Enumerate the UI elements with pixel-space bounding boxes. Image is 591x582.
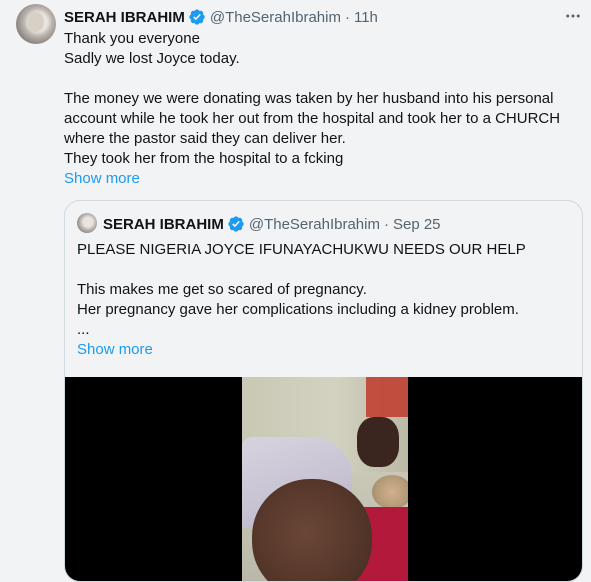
author-handle[interactable]: @TheSerahIbrahim	[210, 9, 341, 26]
quoted-show-more-link[interactable]: Show more	[77, 340, 572, 360]
tweet-header: SERAH IBRAHIM @TheSerahIbrahim · 11h	[64, 7, 584, 27]
tweet[interactable]: SERAH IBRAHIM @TheSerahIbrahim · 11h Tha…	[0, 0, 591, 582]
tweet-text-line: where the pastor said they can deliver h…	[64, 130, 346, 147]
quoted-tweet-header: SERAH IBRAHIM @TheSerahIbrahim · Sep 25	[103, 214, 441, 234]
quoted-header-separator: ·	[383, 215, 389, 233]
tweet-text-line: The money we were donating was taken by …	[64, 90, 554, 107]
quoted-text-line: PLEASE NIGERIA JOYCE IFUNAYACHUKWU NEEDS…	[77, 241, 526, 258]
quoted-tweet-timestamp: Sep 25	[392, 215, 441, 233]
video-thumbnail[interactable]	[242, 377, 408, 581]
quoted-author-name: SERAH IBRAHIM	[103, 215, 224, 233]
quoted-author-handle: @TheSerahIbrahim	[248, 215, 380, 233]
author-name[interactable]: SERAH IBRAHIM	[64, 9, 185, 26]
quoted-tweet-text: PLEASE NIGERIA JOYCE IFUNAYACHUKWU NEEDS…	[77, 240, 572, 360]
tweet-timestamp[interactable]: 11h	[354, 9, 378, 26]
quoted-author-avatar	[77, 213, 97, 233]
verified-badge-icon	[189, 9, 205, 25]
quoted-text-line: This makes me get so scared of pregnancy…	[77, 281, 367, 298]
show-more-link[interactable]: Show more	[64, 169, 579, 189]
author-avatar[interactable]	[16, 4, 56, 44]
more-horizontal-icon[interactable]	[563, 6, 583, 26]
tweet-text-line: account while he took her out from the h…	[64, 110, 561, 127]
quoted-tweet[interactable]: SERAH IBRAHIM @TheSerahIbrahim · Sep 25 …	[64, 200, 583, 582]
verified-badge-icon	[228, 216, 244, 232]
tweet-text-line	[64, 69, 579, 89]
header-separator: ·	[344, 8, 350, 26]
quoted-text-line	[77, 260, 572, 280]
tweet-text-line: They took her from the hospital to a fck…	[64, 150, 344, 167]
tweet-text-line: Sadly we lost Joyce today.	[64, 50, 240, 67]
quoted-text-line: ...	[77, 321, 90, 338]
tweet-text-line: Thank you everyone	[64, 30, 200, 47]
video-media[interactable]	[65, 377, 582, 581]
tweet-text: Thank you everyone Sadly we lost Joyce t…	[64, 29, 579, 189]
quoted-text-line: Her pregnancy gave her complications inc…	[77, 301, 519, 318]
